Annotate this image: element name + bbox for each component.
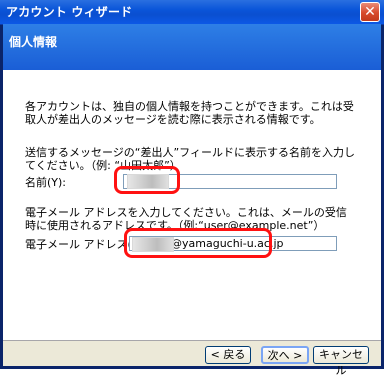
name-highlight-box [114, 166, 180, 194]
page-title: 個人情報 [9, 35, 58, 49]
name-label: 名前(Y): [25, 176, 67, 189]
title-bar: アカウント ウィザード ✕ [0, 0, 384, 25]
next-button[interactable]: 次へ > [261, 346, 309, 364]
intro-text: 各アカウントは、独自の個人情報を持つことができます。これは受取人が差出人のメッセ… [25, 100, 354, 126]
cancel-button[interactable]: キャンセル [313, 346, 369, 377]
close-button[interactable]: ✕ [360, 2, 380, 22]
back-button[interactable]: < 戻る [205, 346, 251, 364]
account-wizard-window: アカウント ウィザード ✕ 個人情報 各アカウントは、独自の個人情報を持つことが… [0, 0, 384, 377]
footer-divider [3, 340, 381, 341]
name-prompt-text: 送信するメッセージの“差出人”フィールドに表示する名前を入力してください。（例:… [25, 146, 355, 172]
wizard-content: 個人情報 各アカウントは、独自の個人情報を持つことができます。これは受取人が差出… [3, 24, 381, 377]
window-title: アカウント ウィザード [6, 5, 133, 19]
wizard-header: 個人情報 [3, 24, 381, 70]
email-highlight-box [124, 228, 272, 258]
wizard-body: 各アカウントは、独自の個人情報を持つことができます。これは受取人が差出人のメッセ… [3, 70, 381, 340]
